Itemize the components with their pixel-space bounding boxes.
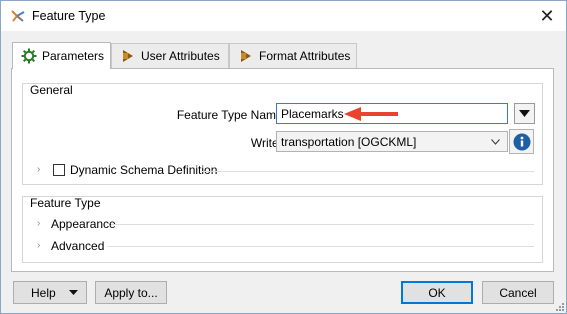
arrow-right-icon <box>123 50 133 62</box>
ok-button[interactable]: OK <box>401 281 473 304</box>
info-icon <box>513 133 531 151</box>
parameters-panel: General Feature Type Name: Placemarks Wr… <box>11 68 554 272</box>
feature-type-name-dropdown-button[interactable] <box>514 103 535 124</box>
feature-type-dialog: Feature Type ✕ Parameters User Attribute… <box>0 0 567 314</box>
fme-app-icon <box>11 10 25 22</box>
triangle-down-icon <box>519 110 530 117</box>
general-group: General Feature Type Name: Placemarks Wr… <box>22 83 543 185</box>
title-bar: Feature Type ✕ <box>1 1 566 31</box>
tab-user-attributes[interactable]: User Attributes <box>111 43 229 68</box>
appearance-label: Appearance <box>51 217 116 231</box>
divider <box>111 224 534 225</box>
tab-user-attributes-label: User Attributes <box>141 49 220 63</box>
writer-select[interactable]: transportation [OGCKML] <box>276 131 508 152</box>
writer-value: transportation [OGCKML] <box>281 135 417 149</box>
tab-format-attributes[interactable]: Format Attributes <box>229 43 357 68</box>
close-button[interactable]: ✕ <box>536 5 558 27</box>
apply-to-button-label: Apply to... <box>104 285 158 300</box>
dynamic-schema-expander[interactable]: › Dynamic Schema Definition <box>37 163 217 177</box>
chevron-right-icon: › <box>37 164 41 175</box>
triangle-down-icon <box>69 290 78 295</box>
resize-grip-icon[interactable] <box>554 301 564 311</box>
apply-to-button[interactable]: Apply to... <box>95 281 167 304</box>
feature-type-name-value: Placemarks <box>281 107 344 121</box>
annotation-arrow <box>344 107 398 121</box>
ok-button-label: OK <box>428 285 446 300</box>
general-group-title: General <box>30 83 73 97</box>
advanced-expander[interactable]: › Advanced <box>37 239 104 253</box>
help-button[interactable]: Help <box>13 281 87 304</box>
gear-icon <box>21 48 37 64</box>
dynamic-schema-checkbox[interactable] <box>53 164 65 176</box>
arrow-right-icon <box>241 50 251 62</box>
info-button[interactable] <box>509 129 534 154</box>
close-icon: ✕ <box>539 6 555 26</box>
chevron-right-icon: › <box>37 218 41 229</box>
tab-format-attributes-label: Format Attributes <box>259 49 351 63</box>
feature-type-group-title: Feature Type <box>30 196 101 210</box>
window-title: Feature Type <box>32 9 106 23</box>
chevron-down-icon <box>491 139 500 145</box>
dynamic-schema-label: Dynamic Schema Definition <box>70 163 218 177</box>
divider <box>107 246 534 247</box>
divider <box>201 171 534 172</box>
appearance-expander[interactable]: › Appearance <box>37 217 116 231</box>
advanced-label: Advanced <box>51 239 105 253</box>
feature-type-name-label: Feature Type Name: <box>176 108 286 122</box>
tab-parameters[interactable]: Parameters <box>12 42 111 69</box>
tab-parameters-label: Parameters <box>42 49 105 63</box>
help-button-label: Help <box>31 285 56 300</box>
feature-type-group: Feature Type › Appearance › Advanced <box>22 196 543 263</box>
chevron-right-icon: › <box>37 240 41 251</box>
cancel-button[interactable]: Cancel <box>482 281 554 304</box>
cancel-button-label: Cancel <box>499 285 537 300</box>
